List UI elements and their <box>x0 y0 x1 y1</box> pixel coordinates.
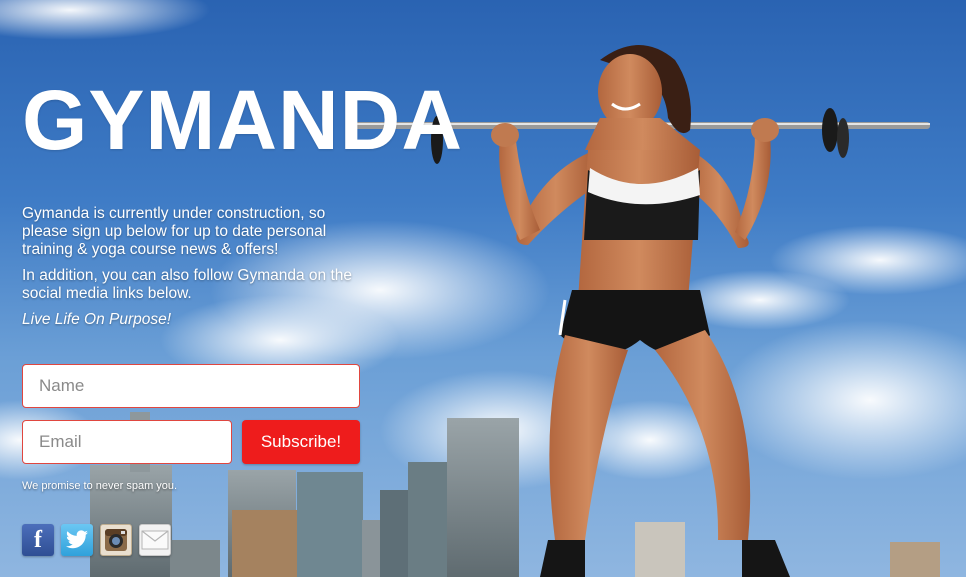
social-links: f <box>22 524 171 556</box>
instagram-icon[interactable] <box>100 524 132 556</box>
twitter-icon[interactable] <box>61 524 93 556</box>
intro-paragraph-2: In addition, you can also follow Gymanda… <box>22 267 353 302</box>
facebook-glyph: f <box>34 526 42 553</box>
site-title: GYMANDA <box>22 73 463 167</box>
no-spam-note: We promise to never spam you. <box>22 480 178 492</box>
email-field[interactable] <box>22 420 232 464</box>
name-field[interactable] <box>22 364 360 408</box>
motto: Live Life On Purpose! <box>22 311 172 328</box>
email-icon[interactable] <box>139 524 171 556</box>
intro-paragraph-1: Gymanda is currently under construction,… <box>22 205 327 258</box>
intro-text: Gymanda is currently under construction,… <box>22 205 352 337</box>
subscribe-button[interactable]: Subscribe! <box>242 420 360 464</box>
facebook-icon[interactable]: f <box>22 524 54 556</box>
